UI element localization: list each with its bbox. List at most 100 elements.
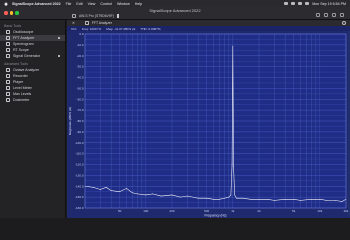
spectrogram-icon xyxy=(6,42,10,46)
spectrum-data-point xyxy=(234,194,236,196)
battery-icon[interactable] xyxy=(284,2,289,5)
y-tick-label: 0.0 xyxy=(79,32,84,36)
spectrum-data-point xyxy=(171,194,173,196)
y-tick-label: -50.0 xyxy=(77,86,84,90)
sidebar-item-label: Octave Analyzer xyxy=(13,68,40,72)
max-levels-icon xyxy=(6,92,10,96)
y-tick-label: -90.0 xyxy=(77,130,84,134)
menubar-status-area: Mon Sep 19 6:54 PM xyxy=(284,0,346,7)
sidebar-item-signal-generator[interactable]: Signal Generator xyxy=(0,53,65,59)
spectrum-data-point xyxy=(231,164,233,165)
tools-sidebar: Basic Tools Oscilloscope FFT Analyzer Sp… xyxy=(0,20,66,218)
x-tick-label: 200 xyxy=(169,209,174,213)
menu-view[interactable]: View xyxy=(88,2,96,6)
fft-spectrum-chart[interactable]: 0.0 -10.0 -20.0 -30.0 -40.0 -50.0 -60.0 -70.0 -8… xyxy=(67,31,350,218)
sidebar-item-dosimeter[interactable]: Dosimeter xyxy=(0,97,65,103)
y-tick-label: -30.0 xyxy=(77,65,84,69)
rt-scope-icon xyxy=(6,48,10,52)
y-tick-label: -110.0 xyxy=(75,152,84,156)
apple-menu-icon[interactable] xyxy=(4,1,8,6)
spectrum-data-point xyxy=(110,190,112,191)
settings-gear-icon[interactable] xyxy=(342,21,346,25)
y-tick-label: -140.0 xyxy=(75,184,84,188)
pause-icon[interactable] xyxy=(116,14,119,18)
spectrum-data-point xyxy=(242,197,244,199)
fft-analyzer-icon xyxy=(84,21,89,25)
spectrum-data-point xyxy=(232,45,234,47)
spectrum-data-point xyxy=(230,194,232,196)
fft-plot[interactable]: 0.0 -10.0 -20.0 -30.0 -40.0 -50.0 -60.0 -70.0 -8… xyxy=(67,31,350,218)
dosimeter-icon xyxy=(6,98,10,102)
spectrum-data-point xyxy=(341,201,343,202)
spectrum-data-point xyxy=(334,200,336,201)
spectrum-data-point xyxy=(258,198,260,200)
sidebar-item-label: Spectrogram xyxy=(13,42,34,46)
sidebar-item-label: Oscilloscope xyxy=(13,30,34,34)
menu-file[interactable]: File xyxy=(66,2,72,6)
spectrum-data-point xyxy=(99,189,101,190)
spectrum-data-point xyxy=(228,196,230,198)
x-tick-label: 1k xyxy=(231,209,235,213)
spectrum-data-point xyxy=(250,198,251,200)
spectrum-data-point xyxy=(300,200,301,201)
active-indicator xyxy=(58,37,60,39)
readout-channel[interactable]: Ch1 xyxy=(71,27,77,31)
x-tick-label: 5k xyxy=(292,209,296,213)
fft-analyzer-panel: ✕ FFT Analyzer Ch1 Freq: 1000 Hz Mag: -1… xyxy=(67,20,350,218)
x-tick-label: 50 xyxy=(118,209,122,213)
sidebar-item-label: Recorder xyxy=(13,74,28,78)
spectrum-data-point xyxy=(236,197,237,199)
spectrum-data-point xyxy=(326,200,328,201)
y-tick-label: -20.0 xyxy=(77,54,84,58)
layout-icon[interactable] xyxy=(332,13,336,17)
y-tick-label: -10.0 xyxy=(77,43,84,47)
signal-generator-icon xyxy=(6,54,10,58)
spectrum-data-point xyxy=(218,198,220,200)
y-tick-label: -120.0 xyxy=(75,163,84,167)
y-axis-label: Magnitude (dBFS pk) xyxy=(68,107,72,135)
y-tick-label: -160.0 xyxy=(75,206,84,210)
lock-icon[interactable] xyxy=(316,13,320,17)
spectrum-data-point xyxy=(197,197,199,199)
window-title: SignalScope Advanced 2022 xyxy=(149,8,201,13)
wifi-icon[interactable] xyxy=(291,2,296,5)
spectrum-data-point xyxy=(93,186,94,188)
spectrum-data-point xyxy=(160,195,162,197)
sidebar-item-label: Level Meter xyxy=(13,86,32,90)
menu-help[interactable]: Help xyxy=(135,2,142,6)
menu-app-name[interactable]: SignalScope Advanced 2022 xyxy=(12,2,61,6)
window-toolbar-right xyxy=(316,13,344,17)
y-tick-label: -100.0 xyxy=(75,141,84,145)
oscilloscope-icon xyxy=(6,30,10,34)
menubar-clock[interactable]: Mon Sep 19 6:54 PM xyxy=(312,2,346,6)
menu-window[interactable]: Window xyxy=(117,2,130,6)
octave-analyzer-icon xyxy=(6,68,10,72)
y-tick-label: -60.0 xyxy=(77,97,84,101)
menu-edit[interactable]: Edit xyxy=(76,2,82,6)
close-panel-icon[interactable]: ✕ xyxy=(72,21,75,25)
sidebar-toggle-icon[interactable] xyxy=(340,13,344,17)
menu-control[interactable]: Control xyxy=(100,2,112,6)
spectrum-data-point xyxy=(152,193,154,195)
panel-tab-label[interactable]: FFT Analyzer xyxy=(92,21,112,25)
spectrum-data-point xyxy=(105,186,107,188)
control-center-icon[interactable] xyxy=(305,2,310,5)
spectrum-data-point xyxy=(224,197,225,199)
audio-device-icon[interactable] xyxy=(72,14,76,18)
x-axis-label: Frequency (Hz) xyxy=(205,214,227,218)
spectrum-data-point xyxy=(137,193,138,195)
share-icon[interactable] xyxy=(324,13,328,17)
sidebar-item-label: Signal Generator xyxy=(13,54,41,58)
readout-magnitude: Mag: -11.07 dBFS pk xyxy=(106,26,136,31)
recorder-icon xyxy=(6,74,10,78)
spectrum-data-point xyxy=(311,198,312,200)
search-icon[interactable] xyxy=(298,2,303,5)
y-tick-label: -130.0 xyxy=(75,173,84,177)
spectrum-data-point xyxy=(206,197,207,199)
spectrum-data-point xyxy=(267,198,268,200)
readout-frequency: Freq: 1000 Hz xyxy=(81,26,102,31)
menubar: SignalScope Advanced 2022 File Edit View… xyxy=(0,0,350,7)
spectrum-data-point xyxy=(273,200,275,201)
input-device-label[interactable]: AW-S Pro (ST9D6V9F) xyxy=(79,14,114,18)
level-meter-icon xyxy=(6,86,10,90)
